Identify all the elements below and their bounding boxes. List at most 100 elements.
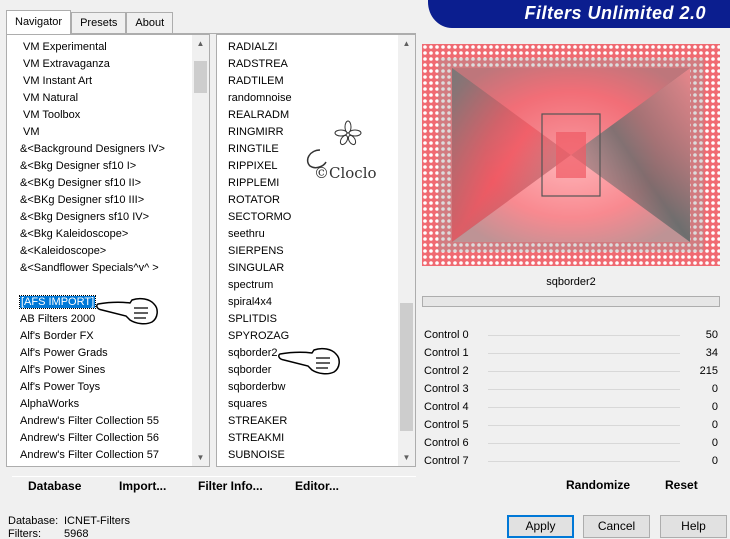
control-row[interactable]: Control 0 50 xyxy=(422,326,720,344)
scroll-down-arrow-icon[interactable]: ▼ xyxy=(192,449,209,466)
category-list[interactable]: VM Experimental VM Extravaganza VM Instant… xyxy=(6,34,210,467)
filter-item[interactable]: spiral4x4 xyxy=(217,294,397,311)
filter-label: SUBNOISE xyxy=(228,449,285,461)
control-slider[interactable] xyxy=(488,461,680,462)
help-button[interactable]: Help xyxy=(660,515,727,538)
category-item[interactable]: &<Bkg Kaleidoscope> xyxy=(7,226,191,243)
scroll-down-arrow-icon[interactable]: ▼ xyxy=(398,449,415,466)
filter-label: STREAKMI xyxy=(228,432,285,444)
category-item[interactable]: VM Extravaganza xyxy=(7,56,191,73)
category-item[interactable]: Alf's Power Sines xyxy=(7,362,191,379)
scroll-up-arrow-icon[interactable]: ▲ xyxy=(192,35,209,52)
category-item[interactable]: &<BKg Designer sf10 II> xyxy=(7,175,191,192)
import-button[interactable]: Import... xyxy=(119,479,166,493)
tab-presets[interactable]: Presets xyxy=(71,12,127,34)
tab-strip: Navigator Presets About xyxy=(6,10,174,34)
filter-item[interactable]: STREAKER xyxy=(217,413,397,430)
filter-item[interactable]: sqborderbw xyxy=(217,379,397,396)
control-slider[interactable] xyxy=(488,335,680,336)
control-value: 34 xyxy=(705,347,718,359)
filter-item[interactable]: RADSTREA xyxy=(217,56,397,73)
category-scrollbar[interactable]: ▲ ▼ xyxy=(192,35,209,466)
control-slider[interactable] xyxy=(488,353,680,354)
category-item[interactable]: &<Sandflower Specials^v^ > xyxy=(7,260,191,277)
control-slider[interactable] xyxy=(488,443,680,444)
category-label: &<Background Designers IV> xyxy=(20,143,165,155)
category-item[interactable]: VM xyxy=(7,124,191,141)
filter-item[interactable]: randomnoise xyxy=(217,90,397,107)
filter-item[interactable]: ROTATOR xyxy=(217,192,397,209)
category-item[interactable]: &<Bkg Designer sf10 I> xyxy=(7,158,191,175)
randomize-button[interactable]: Randomize xyxy=(566,478,630,492)
scroll-thumb[interactable] xyxy=(400,303,413,431)
filter-label: seethru xyxy=(228,228,265,240)
category-item[interactable]: Andrew's Filter Collection 56 xyxy=(7,430,191,447)
cloclo-watermark: ©Cloclo xyxy=(290,120,400,190)
tab-navigator[interactable]: Navigator xyxy=(6,10,72,34)
category-item[interactable]: &<Bkg Designers sf10 IV> xyxy=(7,209,191,226)
filter-item[interactable]: SIERPENS xyxy=(217,243,397,260)
filter-item[interactable]: SUBNOISE xyxy=(217,447,397,464)
filter-label: RINGMIRR xyxy=(228,126,284,138)
control-row[interactable]: Control 6 0 xyxy=(422,434,720,452)
cancel-button[interactable]: Cancel xyxy=(583,515,650,538)
category-item[interactable]: Alf's Power Toys xyxy=(7,379,191,396)
editor-button[interactable]: Editor... xyxy=(295,479,339,493)
category-item[interactable]: Andrew's Filter Collection 57 xyxy=(7,447,191,464)
apply-button[interactable]: Apply xyxy=(507,515,574,538)
control-slider[interactable] xyxy=(488,389,680,390)
database-info: Database: ICNET-Filters Filters: 5968 xyxy=(8,515,130,539)
category-item[interactable] xyxy=(7,277,191,294)
control-slider[interactable] xyxy=(488,425,680,426)
control-row[interactable]: Control 4 0 xyxy=(422,398,720,416)
reset-button[interactable]: Reset xyxy=(665,478,698,492)
progress-bar xyxy=(422,296,720,307)
filter-item[interactable]: squares xyxy=(217,396,397,413)
filter-item[interactable]: spectrum xyxy=(217,277,397,294)
database-button[interactable]: Database xyxy=(28,479,81,493)
category-label: Andrew's Filter Collection 55 xyxy=(20,415,160,427)
filter-list[interactable]: RADIALZI RADSTREA RADTILEM randomnoise REALR… xyxy=(216,34,416,467)
control-row[interactable]: Control 2 215 xyxy=(422,362,720,380)
filter-item[interactable]: SECTORMO xyxy=(217,209,397,226)
filter-item[interactable]: RADIALZI xyxy=(217,39,397,56)
filter-scrollbar[interactable]: ▲ ▼ xyxy=(398,35,415,466)
category-item[interactable]: VM Experimental xyxy=(7,39,191,56)
filter-item[interactable]: STREAKMI xyxy=(217,430,397,447)
category-item[interactable]: VM Natural xyxy=(7,90,191,107)
filter-item[interactable]: RADTILEM xyxy=(217,73,397,90)
category-item[interactable]: AlphaWorks xyxy=(7,396,191,413)
control-slider[interactable] xyxy=(488,407,680,408)
database-value: ICNET-Filters xyxy=(64,515,130,527)
control-row[interactable]: Control 1 34 xyxy=(422,344,720,362)
control-row[interactable]: Control 7 0 xyxy=(422,452,720,470)
category-item[interactable]: &<BKg Designer sf10 III> xyxy=(7,192,191,209)
category-label: &<Bkg Designer sf10 I> xyxy=(20,160,137,172)
control-row[interactable]: Control 3 0 xyxy=(422,380,720,398)
control-row[interactable]: Control 5 0 xyxy=(422,416,720,434)
filter-info-button[interactable]: Filter Info... xyxy=(198,479,263,493)
navigator-actions: Database Import... Filter Info... Editor… xyxy=(12,476,416,496)
filter-item[interactable]: seethru xyxy=(217,226,397,243)
scroll-thumb[interactable] xyxy=(194,61,207,93)
category-item[interactable]: VM Instant Art xyxy=(7,73,191,90)
filter-label: randomnoise xyxy=(228,92,292,104)
category-item[interactable]: &<Kaleidoscope> xyxy=(7,243,191,260)
category-item[interactable]: &<Background Designers IV> xyxy=(7,141,191,158)
filter-item[interactable]: SPLITDIS xyxy=(217,311,397,328)
control-label: Control 5 xyxy=(424,419,469,431)
category-item[interactable]: Alf's Border FX xyxy=(7,328,191,345)
control-slider[interactable] xyxy=(488,371,680,372)
category-item[interactable]: VM Toolbox xyxy=(7,107,191,124)
category-item[interactable]: Alf's Power Grads xyxy=(7,345,191,362)
category-label: Alf's Border FX xyxy=(20,330,94,342)
scroll-up-arrow-icon[interactable]: ▲ xyxy=(398,35,415,52)
filter-item[interactable]: SINGULAR xyxy=(217,260,397,277)
category-label: &<BKg Designer sf10 II> xyxy=(20,177,142,189)
pointing-hand-icon xyxy=(278,347,340,375)
tab-about[interactable]: About xyxy=(126,12,174,34)
control-value: 50 xyxy=(705,329,718,341)
control-label: Control 7 xyxy=(424,455,469,467)
category-item[interactable]: Andrew's Filter Collection 55 xyxy=(7,413,191,430)
filter-item[interactable]: SPYROZAG xyxy=(217,328,397,345)
